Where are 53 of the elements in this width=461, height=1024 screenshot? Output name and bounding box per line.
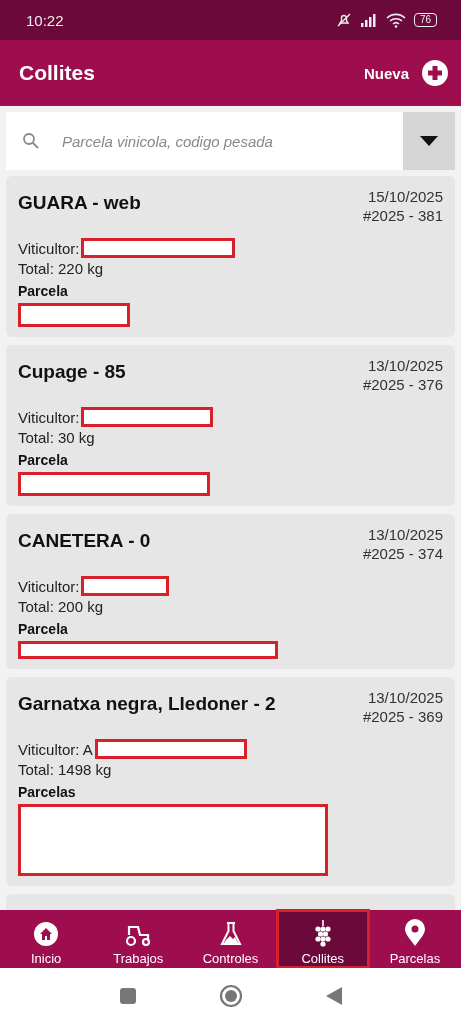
grower-label: Viticultor: — [18, 577, 80, 595]
back-icon[interactable] — [324, 986, 343, 1006]
card-code: #2025 - 374 — [362, 545, 443, 562]
grower-label: Viticultor: A — [18, 740, 93, 758]
search-field[interactable]: Parcela vinicola, codigo pesada — [6, 112, 403, 170]
status-time: 10:22 — [26, 11, 64, 29]
dropdown-button[interactable] — [403, 112, 455, 170]
total-weight: Total: 30 kg — [18, 429, 96, 446]
card-title: Cupage - 85 — [18, 361, 126, 383]
wifi-icon — [385, 12, 406, 28]
search-input[interactable]: Parcela vinicola, codigo pesada — [60, 131, 403, 151]
harvest-card[interactable]: Garnatxa negra, Lledoner - 2 13/10/2025 #2025 - 369 Viticultor: A Total: 1498 kg Parcelas — [6, 677, 455, 886]
card-date: 13/10/2025 — [367, 526, 443, 543]
nav-tab[interactable]: Parcelas — [368, 910, 461, 968]
battery-indicator: 76 — [413, 13, 437, 27]
flask-icon — [218, 921, 243, 947]
plus-icon — [421, 59, 449, 87]
card-title: CANETERA - 0 — [18, 530, 151, 552]
total-weight: Total: 200 kg — [18, 598, 105, 615]
nav-tab[interactable]: Controles — [184, 910, 277, 968]
card-code: #2025 - 369 — [362, 708, 443, 725]
recents-icon[interactable] — [118, 987, 137, 1005]
plots-label: Parcela — [18, 452, 69, 468]
nav-tab[interactable]: Inicio — [0, 910, 93, 968]
location-pin-icon — [403, 919, 426, 947]
harvest-card[interactable]: Cupage - 85 13/10/2025 #2025 - 376 Viticultor: Total: 30 kg Parcela — [6, 345, 455, 506]
bell-off-icon — [335, 12, 352, 28]
card-code: #2025 - 376 — [362, 376, 443, 393]
grower-label: Viticultor: — [18, 408, 80, 426]
plots-label: Parcela — [18, 621, 69, 637]
new-button[interactable]: Nueva — [363, 59, 449, 87]
card-date: 13/10/2025 — [367, 357, 443, 374]
card-code: #2025 - 381 — [362, 207, 443, 224]
page-title: Collites — [19, 61, 95, 85]
total-weight: Total: 220 kg — [18, 260, 105, 277]
nav-tab[interactable]: Trabajos — [92, 910, 185, 968]
plots-label: Parcelas — [18, 784, 77, 800]
harvest-card[interactable]: GUARA - web 15/10/2025 #2025 - 381 Viticultor: Total: 220 kg Parcela — [6, 176, 455, 337]
home-button-icon[interactable] — [218, 984, 243, 1008]
nav-tab[interactable]: Collites — [276, 910, 369, 968]
tractor-icon — [124, 923, 153, 947]
grower-label: Viticultor: — [18, 239, 80, 257]
harvest-card[interactable]: CANETERA - 0 13/10/2025 #2025 - 374 Viticultor: Total: 200 kg Parcela — [6, 514, 455, 669]
card-date: 13/10/2025 — [367, 689, 443, 706]
card-title: GUARA - web — [18, 192, 141, 214]
total-weight: Total: 1498 kg — [18, 761, 113, 778]
card-date: 15/10/2025 — [367, 188, 443, 205]
caret-icon — [420, 136, 438, 146]
home-icon — [33, 921, 60, 947]
plots-label: Parcela — [18, 283, 69, 299]
search-icon — [22, 132, 40, 150]
signal-icon — [359, 13, 378, 27]
card-title: Garnatxa negra, Lledoner - 2 — [18, 693, 276, 715]
